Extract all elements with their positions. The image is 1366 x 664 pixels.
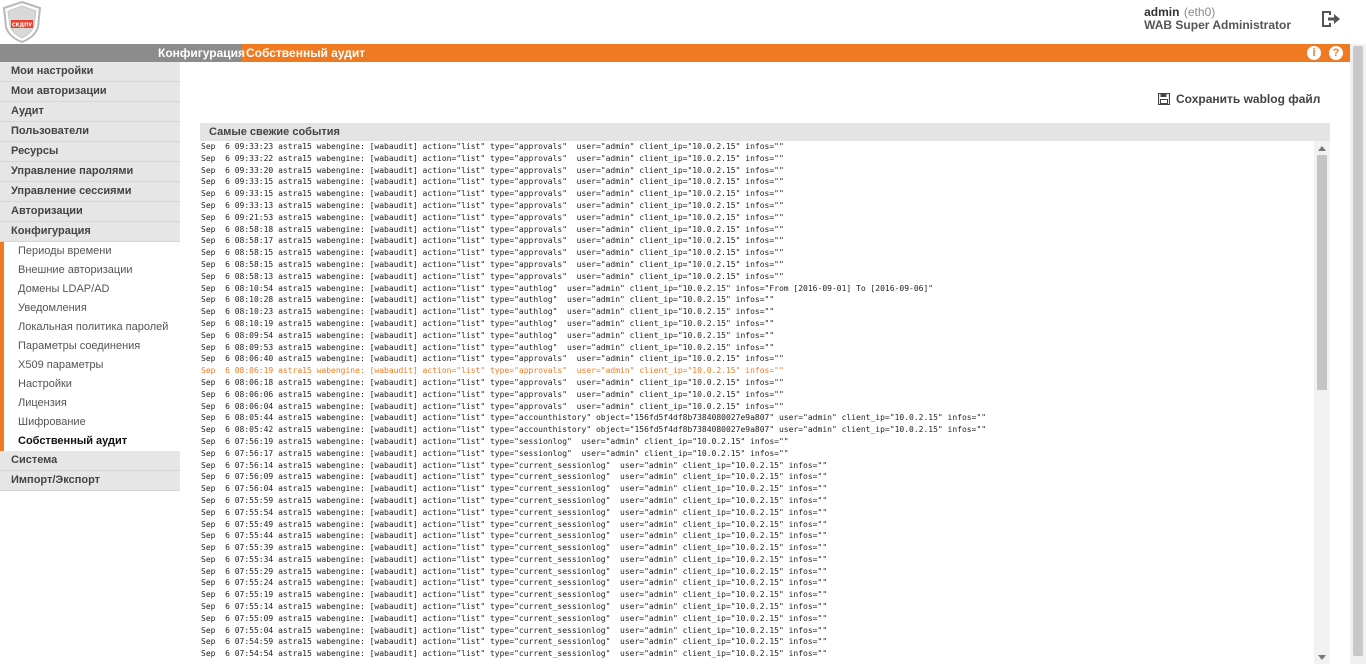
sidebar-item-audit[interactable]: Аудит — [0, 102, 180, 122]
sidebar-subitem-x509[interactable]: X509 параметры — [0, 356, 180, 375]
sidebar: Мои настройки Мои авторизации Аудит Поль… — [0, 62, 180, 664]
log-line: Sep 6 07:55:24 astra15 wabengine: [wabau… — [201, 578, 828, 588]
events-panel-title: Самые свежие события — [200, 123, 1330, 141]
log-line: Sep 6 08:10:23 astra15 wabengine: [wabau… — [201, 307, 775, 317]
info-icon[interactable]: i — [1307, 46, 1321, 60]
page-scrollbar-thumb[interactable] — [1353, 46, 1363, 656]
help-icon[interactable]: ? — [1329, 46, 1343, 60]
log-line: Sep 6 08:58:15 astra15 wabengine: [wabau… — [201, 248, 784, 258]
sidebar-item-users[interactable]: Пользователи — [0, 122, 180, 142]
scroll-down-icon[interactable] — [1318, 655, 1326, 660]
save-wablog-button[interactable]: Сохранить wablog файл — [1157, 92, 1321, 108]
log-line: Sep 6 07:55:19 astra15 wabengine: [wabau… — [201, 590, 828, 600]
app-header: СКДПУ admin (eth0) WAB Super Administrat… — [0, 0, 1366, 44]
log-line: Sep 6 07:56:04 astra15 wabengine: [wabau… — [201, 484, 828, 494]
log-line: Sep 6 07:55:59 astra15 wabengine: [wabau… — [201, 495, 828, 505]
log-line: Sep 6 08:06:19 astra15 wabengine: [wabau… — [201, 366, 784, 376]
sidebar-subitem-license[interactable]: Лицензия — [0, 394, 180, 413]
breadcrumb-bar: Конфигурация Собственный аудит i ? — [0, 44, 1350, 62]
log-line: Sep 6 09:21:53 astra15 wabengine: [wabau… — [201, 212, 784, 222]
logo-shield-icon: СКДПУ — [2, 1, 42, 43]
event-log: Sep 6 09:33:23 astra15 wabengine: [wabau… — [200, 141, 1312, 664]
log-line: Sep 6 08:10:19 astra15 wabengine: [wabau… — [201, 318, 775, 328]
log-line: Sep 6 07:54:54 astra15 wabengine: [wabau… — [201, 649, 828, 659]
log-line: Sep 6 09:33:13 astra15 wabengine: [wabau… — [201, 200, 784, 210]
log-line: Sep 6 07:55:34 astra15 wabengine: [wabau… — [201, 554, 828, 564]
log-line: Sep 6 08:58:13 astra15 wabengine: [wabau… — [201, 271, 784, 281]
log-line: Sep 6 08:05:42 astra15 wabengine: [wabau… — [201, 425, 987, 435]
breadcrumb-section[interactable]: Конфигурация — [158, 46, 245, 60]
sidebar-subitem-external-auth[interactable]: Внешние авторизации — [0, 261, 180, 280]
user-interface: (eth0) — [1183, 5, 1216, 19]
log-line: Sep 6 09:33:15 astra15 wabengine: [wabau… — [201, 189, 784, 199]
sidebar-item-import-export[interactable]: Импорт/Экспорт — [0, 471, 180, 491]
log-line: Sep 6 07:55:04 astra15 wabengine: [wabau… — [201, 625, 828, 635]
log-line: Sep 6 08:58:17 astra15 wabengine: [wabau… — [201, 236, 784, 246]
log-scrollbar[interactable] — [1314, 141, 1330, 664]
log-line: Sep 6 07:56:19 astra15 wabengine: [wabau… — [201, 436, 789, 446]
sidebar-subitem-time-periods[interactable]: Периоды времени — [0, 242, 180, 261]
sidebar-subitem-own-audit[interactable]: Собственный аудит — [0, 432, 180, 451]
sidebar-item-my-authorizations[interactable]: Мои авторизации — [0, 82, 180, 102]
log-line: Sep 6 07:55:29 astra15 wabengine: [wabau… — [201, 566, 828, 576]
save-wablog-label: Сохранить wablog файл — [1176, 92, 1321, 106]
log-line: Sep 6 07:55:39 astra15 wabengine: [wabau… — [201, 543, 828, 553]
log-line: Sep 6 08:09:53 astra15 wabengine: [wabau… — [201, 342, 775, 352]
sidebar-item-system[interactable]: Система — [0, 451, 180, 471]
page-scrollbar[interactable] — [1350, 44, 1366, 664]
log-line: Sep 6 09:33:22 astra15 wabengine: [wabau… — [201, 153, 784, 163]
user-name: admin — [1144, 5, 1180, 19]
sidebar-subitem-local-password-policy[interactable]: Локальная политика паролей — [0, 318, 180, 337]
log-line: Sep 6 08:06:18 astra15 wabengine: [wabau… — [201, 377, 784, 387]
log-line: Sep 6 07:54:59 astra15 wabengine: [wabau… — [201, 637, 828, 647]
sidebar-item-my-settings[interactable]: Мои настройки — [0, 62, 180, 82]
log-scrollbar-thumb[interactable] — [1317, 155, 1327, 390]
sidebar-item-configuration[interactable]: Конфигурация — [0, 222, 180, 242]
breadcrumb-page: Собственный аудит — [246, 46, 366, 60]
scroll-up-icon[interactable] — [1318, 146, 1326, 151]
log-line: Sep 6 07:55:09 astra15 wabengine: [wabau… — [201, 613, 828, 623]
sidebar-item-resources[interactable]: Ресурсы — [0, 142, 180, 162]
log-line: Sep 6 07:55:14 astra15 wabengine: [wabau… — [201, 602, 828, 612]
log-line: Sep 6 07:55:49 astra15 wabengine: [wabau… — [201, 519, 828, 529]
log-line: Sep 6 08:58:15 astra15 wabengine: [wabau… — [201, 259, 784, 269]
user-box: admin (eth0) WAB Super Administrator — [1144, 5, 1291, 32]
log-line: Sep 6 07:56:14 astra15 wabengine: [wabau… — [201, 460, 828, 470]
log-line: Sep 6 08:06:04 astra15 wabengine: [wabau… — [201, 401, 784, 411]
log-line: Sep 6 08:09:54 astra15 wabengine: [wabau… — [201, 330, 775, 340]
log-line: Sep 6 08:06:40 astra15 wabengine: [wabau… — [201, 354, 784, 364]
sidebar-subitem-connection-params[interactable]: Параметры соединения — [0, 337, 180, 356]
log-line: Sep 6 08:05:44 astra15 wabengine: [wabau… — [201, 413, 987, 423]
log-line: Sep 6 08:10:28 astra15 wabengine: [wabau… — [201, 295, 775, 305]
log-line: Sep 6 07:55:44 astra15 wabengine: [wabau… — [201, 531, 828, 541]
sidebar-subitem-encryption[interactable]: Шифрование — [0, 413, 180, 432]
sidebar-subitem-notifications[interactable]: Уведомления — [0, 299, 180, 318]
log-line: Sep 6 08:58:18 astra15 wabengine: [wabau… — [201, 224, 784, 234]
log-line: Sep 6 09:33:15 astra15 wabengine: [wabau… — [201, 177, 784, 187]
sidebar-item-password-management[interactable]: Управление паролями — [0, 162, 180, 182]
log-line: Sep 6 08:06:06 astra15 wabengine: [wabau… — [201, 389, 784, 399]
log-line: Sep 6 08:10:54 astra15 wabengine: [wabau… — [201, 283, 934, 293]
sidebar-item-session-management[interactable]: Управление сессиями — [0, 182, 180, 202]
logo-text: СКДПУ — [12, 23, 32, 29]
logout-icon[interactable] — [1320, 9, 1342, 29]
sidebar-subitem-ldap-domains[interactable]: Домены LDAP/AD — [0, 280, 180, 299]
log-line: Sep 6 07:55:54 astra15 wabengine: [wabau… — [201, 507, 828, 517]
user-role: WAB Super Administrator — [1144, 18, 1291, 32]
sidebar-subitem-settings[interactable]: Настройки — [0, 375, 180, 394]
log-line: Sep 6 07:56:17 astra15 wabengine: [wabau… — [201, 448, 789, 458]
floppy-disk-icon — [1157, 92, 1171, 106]
sidebar-item-authorizations[interactable]: Авторизации — [0, 202, 180, 222]
log-line: Sep 6 09:33:23 astra15 wabengine: [wabau… — [201, 142, 784, 151]
log-line: Sep 6 09:33:20 astra15 wabengine: [wabau… — [201, 165, 784, 175]
log-line: Sep 6 07:56:09 astra15 wabengine: [wabau… — [201, 472, 828, 482]
